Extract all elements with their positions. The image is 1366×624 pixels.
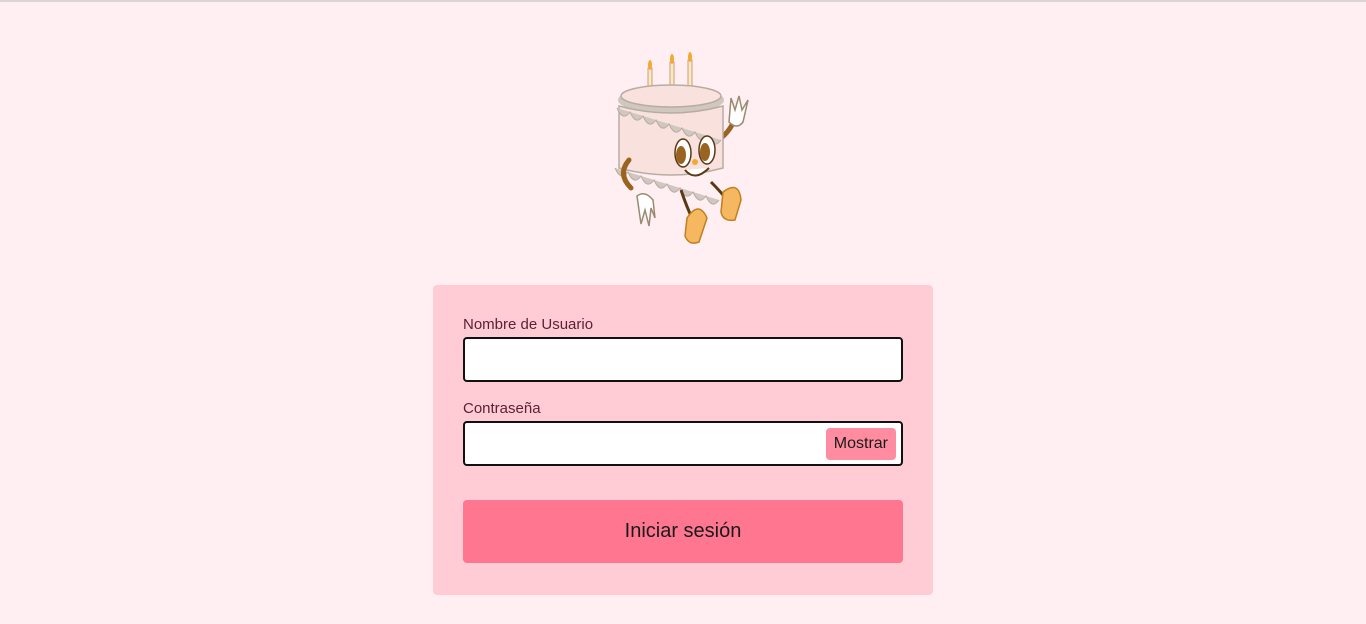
top-divider — [0, 0, 1366, 2]
login-card: Nombre de Usuario Contraseña Mostrar Ini… — [433, 285, 933, 595]
login-button[interactable]: Iniciar sesión — [463, 500, 903, 563]
username-label: Nombre de Usuario — [463, 316, 594, 333]
password-input[interactable] — [465, 423, 835, 464]
birthday-cake-mascot-icon — [614, 52, 749, 244]
show-password-button[interactable]: Mostrar — [825, 428, 896, 460]
username-field-box — [463, 337, 903, 382]
password-field-box: Mostrar — [463, 421, 903, 466]
password-label: Contraseña — [463, 400, 541, 417]
username-input[interactable] — [465, 339, 835, 380]
